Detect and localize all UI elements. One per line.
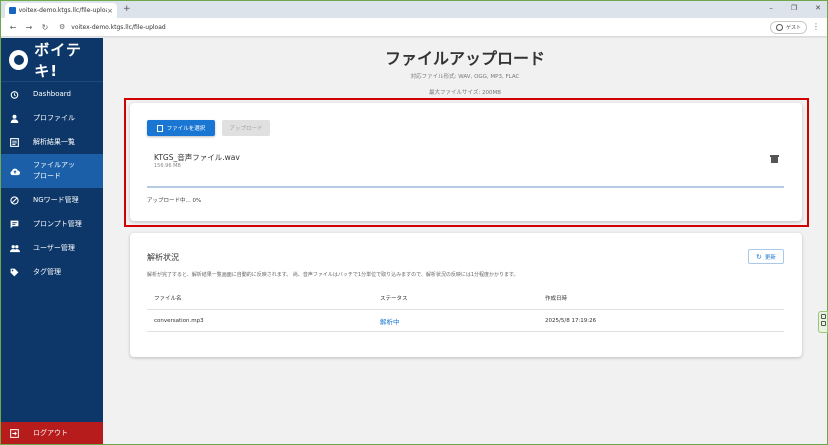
restore-button[interactable]: ❐ [791,4,797,12]
logout-label: ログアウト [33,429,68,437]
favicon-icon [9,7,16,14]
refresh-icon: ↻ [756,252,762,261]
sidebar: ボイテキ! Dashboard プロファイル 解析結果一覧 ファイルアップロード… [1,38,103,444]
upload-button[interactable]: アップロード [222,120,270,136]
minimize-button[interactable]: – [769,4,773,12]
max-size-text: 最大ファイルサイズ: 200MB [429,90,501,96]
extension-icon [820,314,826,319]
column-header-file: ファイル名 [154,295,182,302]
select-file-label: ファイルを選択 [166,126,206,132]
tab-title: voitex-demo.ktgs.llc/file-upload [18,7,108,14]
extension-icon [820,321,826,326]
sidebar-item-users[interactable]: ユーザー管理 [1,236,103,260]
refresh-button[interactable]: ↻ 更新 [748,249,784,264]
sidebar-item-label: Dashboard [33,89,71,98]
side-panel-toggle[interactable] [818,311,828,333]
sidebar-item-ng-words[interactable]: NGワード管理 [1,188,103,212]
sidebar-item-tags[interactable]: タグ管理 [1,260,103,284]
file-icon [156,124,163,132]
sidebar-item-label: プロファイル [33,113,75,122]
main-content: ファイルアップロード 対応ファイル形式: WAV, OGG, MP3, FLAC… [103,38,827,444]
sidebar-item-file-upload[interactable]: ファイルアップロード [1,154,103,188]
person-icon [10,114,19,123]
group-icon [10,244,20,253]
status-table: ファイル名 ステータス 作成日時 conversation.mp3 解析中 20… [147,286,784,332]
logo-icon [9,49,29,70]
sidebar-item-label: NGワード管理 [33,195,79,204]
sidebar-item-dashboard[interactable]: Dashboard [1,82,103,106]
status-title: 解析状況 [147,253,179,262]
sidebar-item-label: ユーザー管理 [33,243,75,252]
app-logo[interactable]: ボイテキ! [1,38,103,82]
site-info-icon[interactable]: ⚙ [59,23,65,31]
new-tab-button[interactable]: + [123,4,131,14]
sidebar-nav: Dashboard プロファイル 解析結果一覧 ファイルアップロード NGワード… [1,82,103,284]
alarm-clock-icon [10,90,19,99]
column-header-created: 作成日時 [545,295,568,302]
upload-progress-text: アップロード中... 0% [147,198,202,204]
upload-card: ファイルを選択 アップロード KTGS_音声ファイル.wav 156.96 MB… [130,103,802,221]
sidebar-item-prompts[interactable]: プロンプト管理 [1,212,103,236]
profile-button[interactable]: ゲスト [769,21,807,34]
close-window-button[interactable]: ✕ [815,4,821,12]
logo-text: ボイテキ! [34,40,82,80]
forward-icon[interactable]: → [25,23,33,32]
select-file-button[interactable]: ファイルを選択 [147,120,215,136]
block-icon [10,195,19,205]
supported-formats-text: 対応ファイル形式: WAV, OGG, MP3, FLAC [410,74,520,80]
reload-icon[interactable]: ↻ [41,23,49,32]
profile-icon [775,24,783,31]
cell-status: 解析中 [380,317,400,326]
selected-file-size: 156.96 MB [154,163,181,169]
tab-close-icon[interactable]: × [107,7,113,15]
chat-icon [10,220,19,229]
browser-tab[interactable]: voitex-demo.ktgs.llc/file-upload × [5,3,117,18]
sidebar-item-label: 解析結果一覧 [33,137,75,146]
url-field[interactable]: ⚙ voitex-demo.ktgs.llc/file-upload [59,23,166,31]
address-bar: ← → ↻ ⚙ voitex-demo.ktgs.llc/file-upload… [1,18,827,37]
column-header-status: ステータス [380,295,408,302]
page-title: ファイルアップロード [384,49,545,68]
table-header: ファイル名 ステータス 作成日時 [147,286,784,310]
analysis-status-card: 解析状況 ↻ 更新 解析が完了すると、解析結果一覧画面に自動的に反映されます。 … [130,233,802,357]
upload-progress-bar [147,186,784,188]
sidebar-item-profile[interactable]: プロファイル [1,106,103,130]
profile-label: ゲスト [785,25,801,31]
delete-file-icon[interactable] [770,155,779,163]
cell-file: conversation.mp3 [154,317,204,324]
browser-menu-icon[interactable]: ⋮ [812,22,820,31]
tab-bar: voitex-demo.ktgs.llc/file-upload × + – ❐… [1,1,827,18]
sidebar-item-label: プロンプト管理 [33,219,82,228]
list-icon [10,137,19,147]
back-icon[interactable]: ← [9,23,17,32]
refresh-label: 更新 [764,254,776,261]
window-controls: – ❐ ✕ [769,4,821,12]
tag-icon [10,268,19,277]
selected-file-name: KTGS_音声ファイル.wav [154,153,240,162]
cloud-upload-icon [10,167,21,176]
sidebar-item-label: ファイルアップロード [33,161,75,180]
status-note: 解析が完了すると、解析結果一覧画面に自動的に反映されます。 尚、音声ファイルはバ… [147,272,519,278]
sidebar-item-results[interactable]: 解析結果一覧 [1,130,103,154]
sidebar-item-label: タグ管理 [33,267,61,276]
url-text: voitex-demo.ktgs.llc/file-upload [71,23,166,31]
cell-created: 2025/5/8 17:19:26 [545,317,597,324]
logout-button[interactable]: ログアウト [1,422,103,444]
table-row: conversation.mp3 解析中 2025/5/8 17:19:26 [147,310,784,332]
logout-icon [10,428,19,438]
